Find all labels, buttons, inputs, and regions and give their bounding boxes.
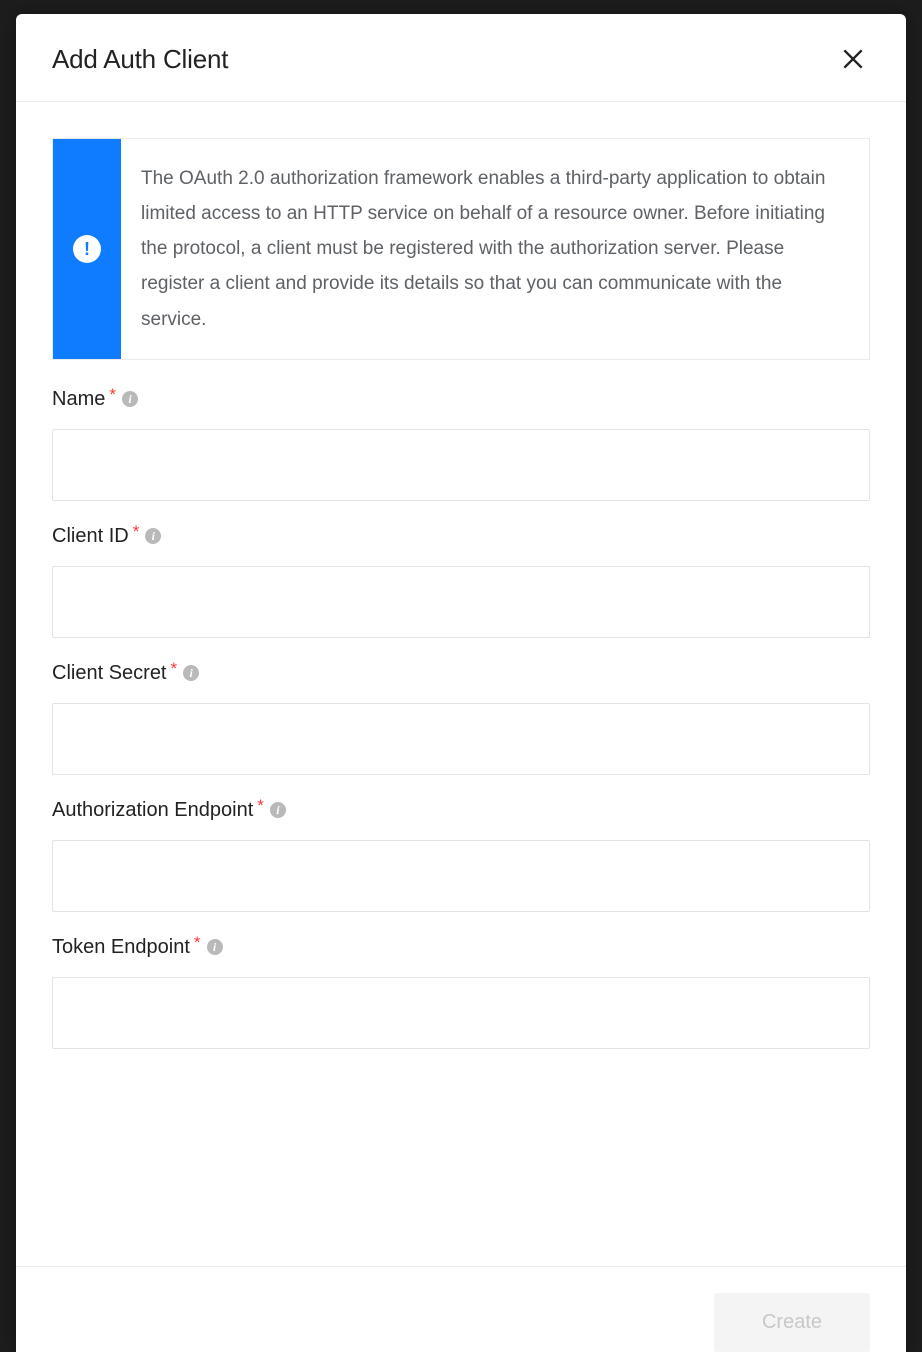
client-id-label: Client ID: [52, 525, 129, 548]
create-button[interactable]: Create: [714, 1293, 870, 1352]
field-authorization-endpoint: Authorization Endpoint * i: [52, 799, 870, 912]
name-label: Name: [52, 388, 105, 411]
field-label-row: Token Endpoint * i: [52, 936, 870, 959]
client-id-input[interactable]: [52, 566, 870, 638]
close-button[interactable]: [836, 42, 870, 76]
modal-header: Add Auth Client: [16, 14, 906, 102]
info-icon[interactable]: i: [270, 802, 286, 818]
required-indicator: *: [133, 522, 140, 542]
info-icon[interactable]: i: [183, 665, 199, 681]
token-endpoint-input[interactable]: [52, 977, 870, 1049]
info-banner-text: The OAuth 2.0 authorization framework en…: [121, 139, 869, 359]
required-indicator: *: [194, 933, 201, 953]
field-token-endpoint: Token Endpoint * i: [52, 936, 870, 1049]
modal-title: Add Auth Client: [52, 44, 228, 75]
modal-body: ! The OAuth 2.0 authorization framework …: [16, 102, 906, 1266]
info-icon[interactable]: i: [145, 528, 161, 544]
required-indicator: *: [171, 659, 178, 679]
field-label-row: Client ID * i: [52, 525, 870, 548]
info-icon[interactable]: i: [207, 939, 223, 955]
field-client-id: Client ID * i: [52, 525, 870, 638]
info-banner: ! The OAuth 2.0 authorization framework …: [52, 138, 870, 360]
client-secret-input[interactable]: [52, 703, 870, 775]
field-label-row: Name * i: [52, 388, 870, 411]
client-secret-label: Client Secret: [52, 662, 167, 685]
field-client-secret: Client Secret * i: [52, 662, 870, 775]
name-input[interactable]: [52, 429, 870, 501]
authorization-endpoint-input[interactable]: [52, 840, 870, 912]
field-name: Name * i: [52, 388, 870, 501]
required-indicator: *: [109, 385, 116, 405]
modal-footer: Create: [16, 1266, 906, 1352]
token-endpoint-label: Token Endpoint: [52, 936, 190, 959]
authorization-endpoint-label: Authorization Endpoint: [52, 799, 253, 822]
alert-icon: !: [73, 235, 101, 263]
field-label-row: Client Secret * i: [52, 662, 870, 685]
info-banner-accent: !: [53, 139, 121, 359]
required-indicator: *: [257, 796, 264, 816]
add-auth-client-modal: Add Auth Client ! The OAuth 2.0 authoriz…: [16, 14, 906, 1352]
close-icon: [840, 46, 866, 72]
info-icon[interactable]: i: [122, 391, 138, 407]
field-label-row: Authorization Endpoint * i: [52, 799, 870, 822]
